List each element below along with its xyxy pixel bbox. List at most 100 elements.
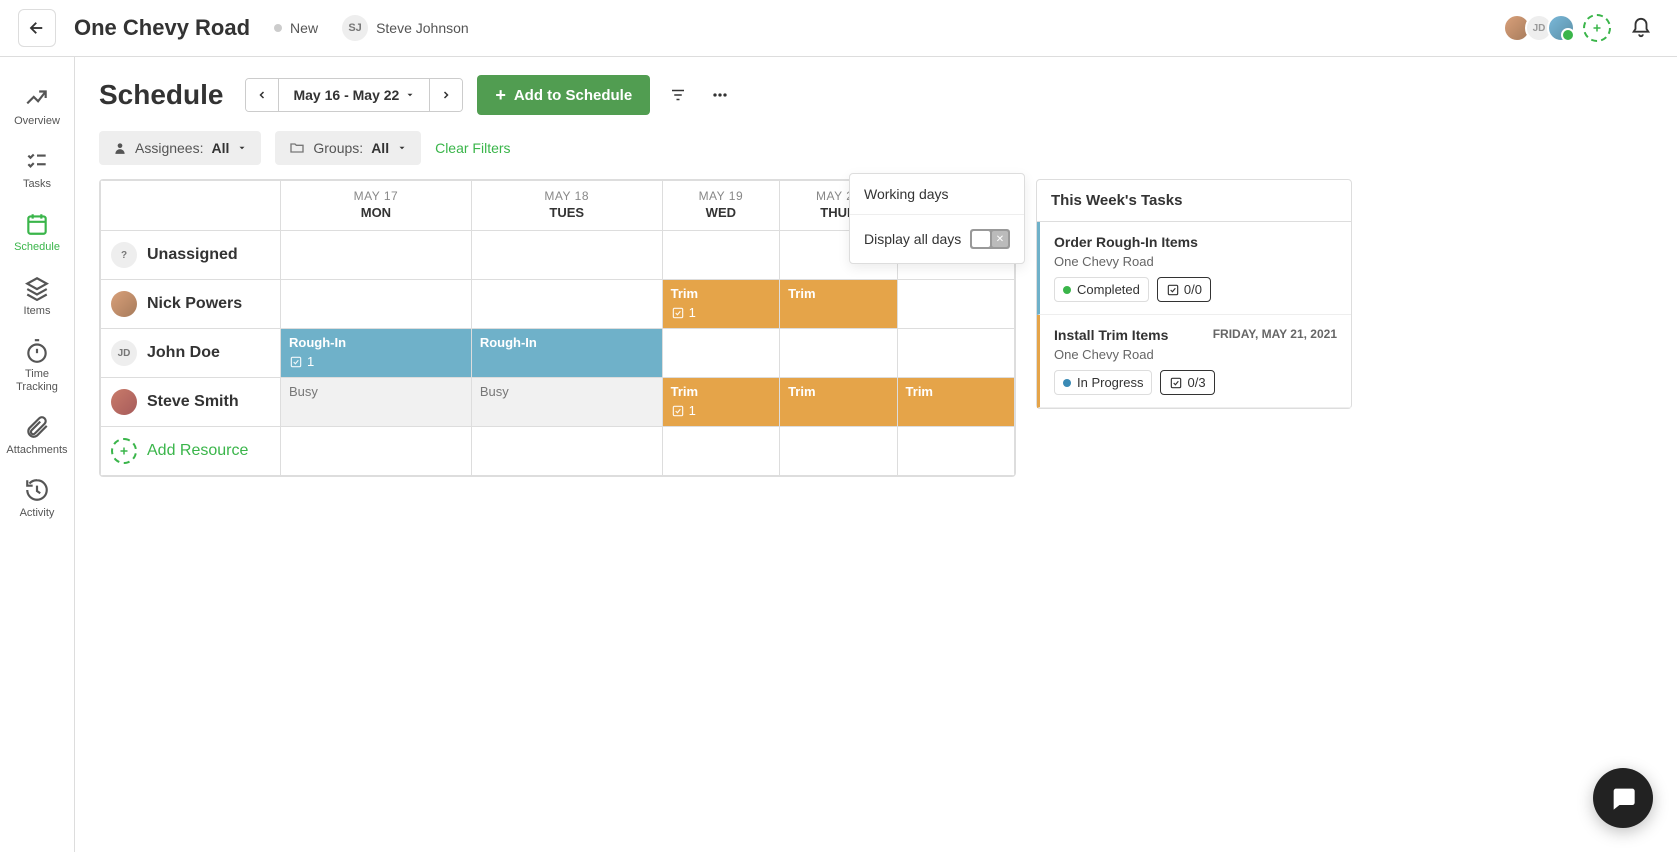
display-all-days-toggle[interactable]: ✕	[970, 229, 1010, 249]
nav-label: Schedule	[14, 241, 60, 254]
task-card[interactable]: Install Trim Items FRIDAY, MAY 21, 2021 …	[1037, 315, 1351, 408]
day-header: MAY 17MON	[281, 181, 472, 231]
schedule-cell[interactable]	[471, 280, 662, 329]
chevron-right-icon	[440, 89, 452, 101]
next-week-button[interactable]	[430, 79, 462, 111]
dots-icon	[710, 85, 730, 105]
resource-row: JDJohn Doe Rough-In1 Rough-In	[101, 329, 1015, 378]
project-owner-chip[interactable]: SJ Steve Johnson	[342, 15, 469, 41]
schedule-cell[interactable]	[281, 231, 472, 280]
status-badge: Completed	[1054, 277, 1149, 302]
groups-filter[interactable]: Groups: All	[275, 131, 421, 165]
bell-icon	[1630, 17, 1652, 39]
chat-button[interactable]	[1593, 768, 1653, 828]
nav-label: Overview	[14, 115, 60, 128]
nav-tasks[interactable]: Tasks	[0, 138, 74, 201]
add-member-button[interactable]	[1583, 14, 1611, 42]
nav-schedule[interactable]: Schedule	[0, 201, 74, 264]
schedule-cell[interactable]	[662, 231, 779, 280]
nav-activity[interactable]: Activity	[0, 467, 74, 530]
nav-time-tracking[interactable]: Time Tracking	[0, 328, 74, 404]
filter-label: Assignees:	[135, 140, 203, 156]
plus-circle-icon	[111, 438, 137, 464]
checklist-icon	[1169, 376, 1183, 390]
trend-icon	[24, 85, 50, 111]
task-block-trim[interactable]: Trim1	[663, 280, 779, 328]
caret-down-icon	[397, 143, 407, 153]
avatar-stack[interactable]: JD	[1509, 14, 1575, 42]
filter-button[interactable]	[664, 81, 692, 109]
history-icon	[24, 477, 50, 503]
add-resource-label: Add Resource	[147, 442, 248, 460]
plus-icon: +	[495, 85, 506, 106]
project-title: One Chevy Road	[74, 15, 250, 41]
clear-filters-link[interactable]: Clear Filters	[435, 140, 510, 156]
notifications-button[interactable]	[1623, 10, 1659, 46]
task-block-trim[interactable]: Trim1	[663, 378, 779, 426]
popover-title: Working days	[850, 174, 1024, 215]
nav-items[interactable]: Items	[0, 265, 74, 328]
day-header: MAY 18TUES	[471, 181, 662, 231]
weeks-tasks-panel: This Week's Tasks Order Rough-In Items O…	[1036, 179, 1352, 409]
more-button[interactable]	[706, 81, 734, 109]
day-header: MAY 19WED	[662, 181, 779, 231]
project-status-chip[interactable]: New	[274, 20, 318, 36]
toggle-label: Display all days	[864, 231, 961, 247]
filter-value: All	[211, 140, 229, 156]
add-to-schedule-button[interactable]: + Add to Schedule	[477, 75, 650, 115]
back-button[interactable]	[18, 9, 56, 47]
schedule-cell[interactable]	[897, 280, 1014, 329]
add-resource-row[interactable]: Add Resource	[101, 427, 1015, 476]
task-block-trim[interactable]: Trim	[780, 378, 896, 426]
checklist-icon	[1166, 283, 1180, 297]
task-card[interactable]: Order Rough-In Items One Chevy Road Comp…	[1037, 222, 1351, 315]
layers-icon	[24, 275, 50, 301]
resource-name: Nick Powers	[147, 295, 242, 313]
nav-label: Activity	[20, 507, 55, 520]
schedule-cell[interactable]	[281, 280, 472, 329]
caret-down-icon	[405, 90, 415, 100]
resource-row: Nick Powers Trim1 Trim	[101, 280, 1015, 329]
schedule-cell[interactable]	[897, 329, 1014, 378]
prev-week-button[interactable]	[246, 79, 278, 111]
assignees-filter[interactable]: Assignees: All	[99, 131, 261, 165]
task-title: Order Rough-In Items	[1054, 234, 1337, 250]
folder-icon	[289, 140, 305, 156]
count-badge: 0/0	[1157, 277, 1211, 302]
avatar	[1547, 14, 1575, 42]
task-date: FRIDAY, MAY 21, 2021	[1213, 327, 1337, 341]
task-block-trim[interactable]: Trim	[898, 378, 1014, 426]
owner-name: Steve Johnson	[376, 20, 469, 36]
nav-overview[interactable]: Overview	[0, 75, 74, 138]
checklist-icon	[671, 404, 685, 418]
schedule-cell[interactable]	[471, 231, 662, 280]
date-range-button[interactable]: May 16 - May 22	[278, 79, 430, 111]
task-block-roughin[interactable]: Rough-In1	[281, 329, 471, 377]
task-project: One Chevy Road	[1054, 347, 1337, 362]
schedule-cell[interactable]	[780, 329, 897, 378]
task-block-roughin[interactable]: Rough-In	[472, 329, 662, 377]
arrow-left-icon	[28, 19, 46, 37]
avatar	[111, 291, 137, 317]
task-block-busy[interactable]: Busy	[281, 378, 471, 426]
calendar-icon	[24, 211, 50, 237]
top-bar: One Chevy Road New SJ Steve Johnson JD	[0, 0, 1677, 57]
dot-icon	[1063, 286, 1071, 294]
filter-label: Groups:	[313, 140, 363, 156]
nav-attachments[interactable]: Attachments	[0, 404, 74, 467]
checklist-icon	[289, 355, 303, 369]
resource-name: Unassigned	[147, 246, 238, 264]
chevron-left-icon	[256, 89, 268, 101]
nav-label: Tasks	[23, 178, 51, 191]
resource-name: Steve Smith	[147, 393, 239, 411]
task-block-trim[interactable]: Trim	[780, 280, 896, 328]
person-icon	[113, 141, 127, 155]
task-block-busy[interactable]: Busy	[472, 378, 662, 426]
add-button-label: Add to Schedule	[514, 87, 632, 104]
project-status-label: New	[290, 20, 318, 36]
owner-avatar: SJ	[342, 15, 368, 41]
status-dot-icon	[274, 24, 282, 32]
avatar: JD	[111, 340, 137, 366]
caret-down-icon	[237, 143, 247, 153]
schedule-cell[interactable]	[662, 329, 779, 378]
